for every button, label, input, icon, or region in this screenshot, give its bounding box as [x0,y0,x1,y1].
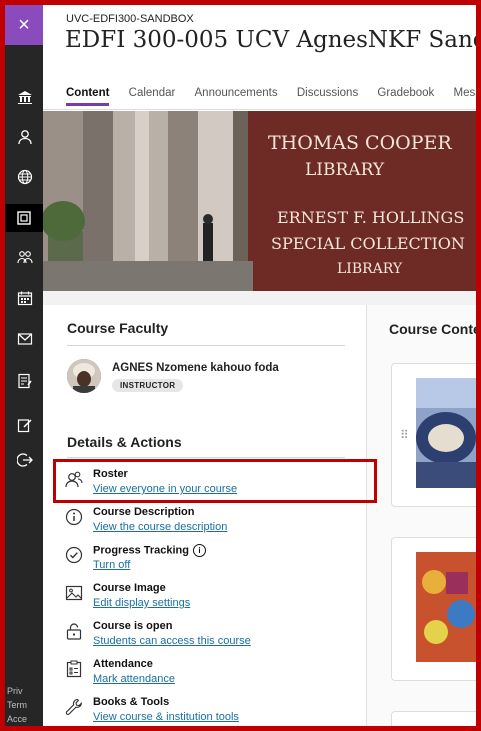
books-tools-action: Books & Tools View course & institution … [65,696,365,726]
check-circle-icon [65,546,83,564]
banner-sign-line-4: SPECIAL COLLECTION [271,234,465,253]
course-banner-image: THOMAS COOPER LIBRARY ERNEST F. HOLLINGS… [43,111,476,291]
tab-divider [43,109,476,110]
left-nav-rail: × Priv Term Acce [5,5,43,726]
course-description-link[interactable]: View the course description [93,521,227,533]
attendance-action: Attendance Mark attendance [65,658,365,692]
course-image-link[interactable]: Edit display settings [93,597,190,609]
institution-icon[interactable] [17,89,33,105]
course-panel: UVC-EDFI300-SANDBOX EDFI 300-005 UCV Agn… [43,5,476,726]
role-badge: INSTRUCTOR [112,379,184,392]
privacy-link[interactable]: Priv [7,686,23,696]
accessibility-link[interactable]: Acce [7,714,27,724]
content-item-card[interactable]: ⠿ [391,363,476,507]
tab-content[interactable]: Content [66,87,110,106]
content-thumbnail [416,378,476,488]
details-actions-heading: Details & Actions [67,434,182,450]
faculty-name[interactable]: AGNES Nzomene kahouo foda [112,362,279,374]
progress-tracking-label: Progress Tracking [93,544,189,557]
tab-messages[interactable]: Messag [454,87,476,99]
progress-tracking-link[interactable]: Turn off [93,559,130,571]
course-open-action: Course is open Students can access this … [65,620,365,654]
unlock-icon [65,622,83,640]
roster-highlight-box [53,459,377,503]
progress-info-icon[interactable]: i [193,544,206,557]
course-content-heading: Course Conte [389,321,476,337]
course-title: EDFI 300-005 UCV AgnesNKF Sandbox [65,27,476,53]
attendance-title: Attendance [93,658,153,670]
globe-icon[interactable] [17,169,33,185]
clipboard-icon [65,660,83,678]
content-item-card[interactable] [391,711,476,726]
tab-gradebook[interactable]: Gradebook [377,87,434,99]
sign-out-icon[interactable] [17,452,33,468]
course-description-action: Course Description View the course descr… [65,506,365,540]
messages-icon[interactable] [17,331,33,347]
courses-icon[interactable] [5,204,43,232]
profile-icon[interactable] [17,129,33,145]
calendar-icon[interactable] [17,290,33,306]
books-tools-link[interactable]: View course & institution tools [93,711,239,723]
banner-sign-line-3: ERNEST F. HOLLINGS [277,208,464,227]
banner-sign-line-1: THOMAS COOPER [268,132,452,154]
course-id: UVC-EDFI300-SANDBOX [66,13,194,25]
progress-tracking-action: Progress Tracking i Turn off [65,544,365,578]
avatar[interactable] [67,359,101,393]
drag-handle-icon[interactable]: ⠿ [400,428,409,442]
course-open-title: Course is open [93,620,173,632]
close-course-button[interactable]: × [5,5,43,45]
faculty-divider [67,345,345,346]
screenshot-frame: × Priv Term Acce UVC-EDFI300-SANDBOX EDF… [0,0,481,731]
info-icon [65,508,83,526]
banner-spacer [43,291,476,305]
books-tools-title: Books & Tools [93,696,170,708]
banner-sign-line-5: LIBRARY [337,261,403,277]
organizations-icon[interactable] [17,249,33,265]
course-description-title: Course Description [93,506,195,518]
tab-calendar[interactable]: Calendar [129,87,176,99]
course-image-title: Course Image [93,582,166,594]
tab-discussions[interactable]: Discussions [297,87,358,99]
details-divider [67,457,345,458]
course-open-link[interactable]: Students can access this course [93,635,251,647]
terms-link[interactable]: Term [7,700,27,710]
course-faculty-heading: Course Faculty [67,320,169,336]
content-item-card[interactable] [391,537,476,681]
content-thumbnail [416,552,476,662]
progress-tracking-title: Progress Tracking i [93,544,206,557]
attendance-link[interactable]: Mark attendance [93,673,175,685]
course-tabs: Content Calendar Announcements Discussio… [66,87,476,106]
wrench-icon [65,698,83,716]
banner-sign-line-2: LIBRARY [305,160,385,180]
tab-announcements[interactable]: Announcements [195,87,278,99]
image-icon [65,584,83,602]
grades-icon[interactable] [17,373,33,389]
course-content-column: Course Conte ⠿ [367,305,476,726]
course-image-action: Course Image Edit display settings [65,582,365,616]
tools-edit-icon[interactable] [17,417,33,433]
